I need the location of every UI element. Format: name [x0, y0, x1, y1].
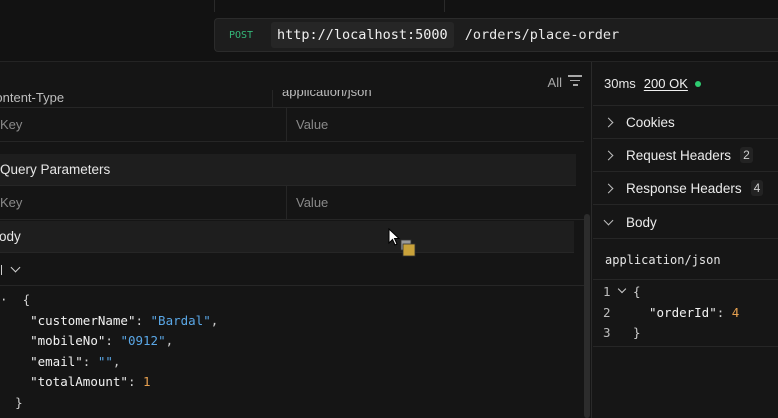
status-dot-icon [694, 80, 701, 87]
response-section-response-headers[interactable]: Response Headers 4 [593, 172, 778, 205]
json-string-value: "Bardal" [150, 312, 211, 328]
key-placeholder: Key [0, 117, 23, 132]
code-line: 3 } [593, 323, 778, 344]
section-label: Cookies [626, 114, 675, 130]
response-section-cookies[interactable]: Cookies [593, 106, 778, 139]
header-empty-row[interactable]: Key Value [0, 108, 584, 142]
body-type-indicator [0, 264, 2, 275]
line-number: 2 [603, 304, 611, 320]
code-line: · { [0, 292, 31, 307]
section-label: Response Headers [626, 180, 742, 196]
api-client-window: POST http://localhost:5000 /orders/place… [0, 0, 778, 418]
json-comma: , [210, 312, 219, 328]
json-string-value: "0912" [120, 333, 166, 348]
status-code[interactable]: 200 OK [644, 76, 688, 91]
header-key-text: Content-Type [0, 90, 65, 105]
json-comma: , [112, 353, 121, 369]
code-line: } [0, 393, 584, 414]
code-line: "totalAmount": 1 [30, 374, 151, 389]
divider [214, 0, 215, 12]
response-content-type: application/json [593, 240, 778, 280]
section-label: Request Headers [626, 147, 732, 163]
url-bar[interactable]: POST http://localhost:5000 /orders/place… [214, 18, 778, 52]
line-number: 1 [603, 284, 611, 299]
code-line: "mobileNo": "0912", [30, 333, 174, 348]
json-key: "email" [30, 353, 83, 369]
json-comma: , [165, 333, 174, 348]
chevron-down-icon [603, 215, 614, 225]
header-key[interactable]: Content-Type [0, 90, 273, 107]
code-brace-open: { [633, 284, 641, 299]
header-row[interactable]: Content-Type application/json [0, 90, 584, 108]
json-key: "mobileNo" [30, 333, 106, 348]
line-number: 3 [603, 325, 611, 340]
fold-chevron-icon[interactable] [617, 284, 627, 294]
code-line: "email": "", [30, 353, 121, 369]
code-line: 2 "orderId": 4 [593, 303, 778, 324]
host-variable[interactable]: http://localhost:5000 [271, 22, 454, 48]
json-key: "totalAmount" [30, 374, 128, 389]
filter-dropdown[interactable]: All [548, 75, 562, 90]
chevron-right-icon [603, 183, 614, 193]
response-status-row: 30ms 200 OK [593, 62, 778, 106]
query-key-input[interactable]: Key [0, 186, 287, 219]
mouse-cursor-icon [388, 228, 416, 257]
chevron-right-icon [603, 117, 614, 127]
response-panel: 30ms 200 OK Cookies Request Headers 2 Re… [593, 62, 778, 418]
value-placeholder: Value [296, 195, 329, 210]
header-value-text: application/json [282, 90, 372, 99]
chevron-down-icon[interactable] [10, 262, 21, 273]
request-panel: All Content-Type application/json Key Va… [0, 62, 592, 418]
url-path-input[interactable]: /orders/place-order [465, 27, 619, 43]
method-badge[interactable]: POST [229, 30, 267, 41]
response-section-request-headers[interactable]: Request Headers 2 [593, 139, 778, 172]
response-time: 30ms [604, 76, 636, 91]
body-title: Body [0, 229, 21, 244]
code-line: "customerName": "Bardal", [30, 312, 219, 328]
json-number-value: 1 [143, 374, 151, 389]
divider [444, 0, 445, 12]
top-bar: POST http://localhost:5000 /orders/place… [0, 0, 778, 62]
header-value-input[interactable]: Value [287, 117, 328, 132]
chevron-right-icon [603, 150, 614, 160]
section-label: Body [626, 214, 657, 230]
code-brace-close: } [633, 325, 641, 340]
query-value-input[interactable]: Value [287, 195, 328, 210]
json-number-value: 4 [731, 304, 740, 320]
response-section-body[interactable]: Body [593, 206, 778, 239]
header-value[interactable]: application/json [273, 90, 372, 99]
body-header[interactable]: Body [0, 221, 574, 253]
code-brace-close: } [15, 394, 23, 410]
count-badge: 2 [740, 147, 753, 163]
json-string-value: "" [97, 353, 113, 369]
vertical-scrollbar[interactable] [584, 214, 590, 418]
json-key: "orderId" [649, 304, 717, 320]
body-code-editor[interactable]: · { "customerName": "Bardal", "mobileNo"… [0, 290, 584, 413]
query-params-header[interactable]: Query Parameters [0, 154, 576, 186]
header-key-input[interactable]: Key [0, 108, 287, 141]
filter-icon[interactable] [568, 75, 582, 87]
key-placeholder: Key [0, 195, 23, 210]
value-placeholder: Value [296, 117, 329, 132]
query-params-title: Query Parameters [0, 162, 111, 177]
body-type-row[interactable] [0, 254, 584, 286]
count-badge: 4 [750, 180, 764, 196]
query-empty-row[interactable]: Key Value [0, 186, 584, 220]
json-key: "customerName" [30, 312, 136, 328]
code-brace-open: { [22, 292, 31, 307]
code-line: 1 { [593, 282, 778, 303]
response-body-viewer[interactable]: 1 { 2 "orderId": 4 3 } [593, 281, 778, 347]
